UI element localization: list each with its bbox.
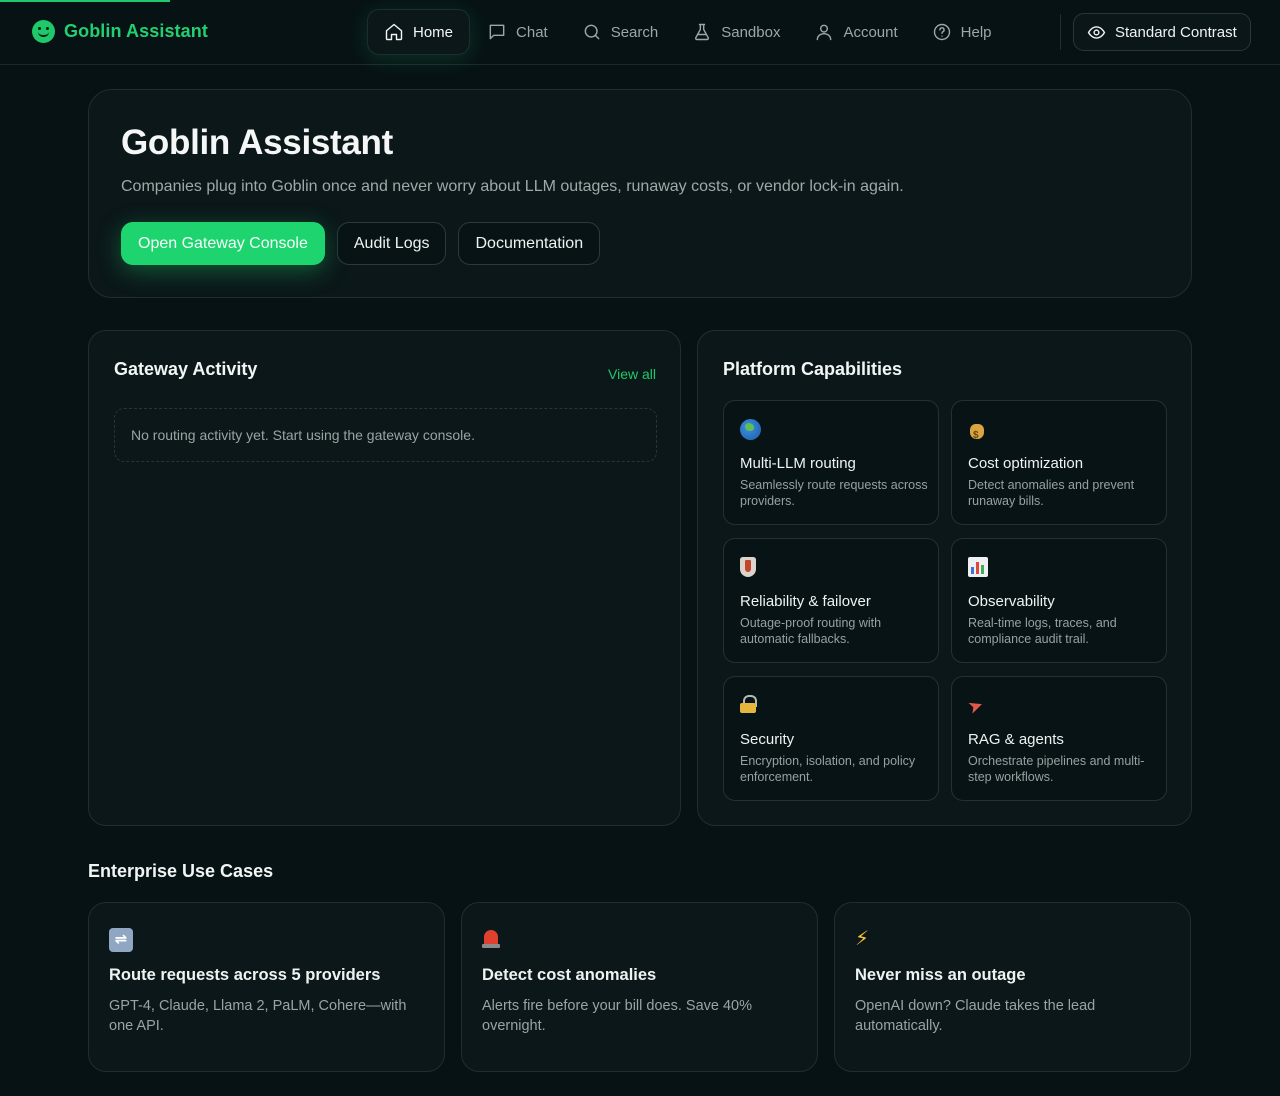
contrast-label: Standard Contrast: [1115, 23, 1237, 41]
rocket-icon: ➤: [965, 694, 987, 718]
user-icon: [817, 24, 832, 41]
capability-card: ➤ RAG & agents Orchestrate pipelines and…: [951, 676, 1167, 801]
use-case-desc: GPT-4, Claude, Llama 2, PaLM, Cohere—wit…: [109, 998, 407, 1034]
capability-title: Cost optimization: [968, 455, 1084, 472]
use-case-desc: Alerts fire before your bill does. Save …: [482, 998, 752, 1034]
lightning-icon: ⚡: [855, 928, 870, 950]
nav-home[interactable]: Home: [367, 9, 471, 55]
nav-account[interactable]: Account: [797, 9, 914, 55]
home-icon: [385, 23, 403, 41]
use-case-title: Route requests across 5 providers: [109, 966, 381, 984]
capability-desc: Orchestrate pipelines and multi-step wor…: [968, 754, 1145, 784]
documentation-button[interactable]: Documentation: [458, 222, 601, 265]
use-cases-list: ⇌ Route requests across 5 providers GPT-…: [88, 902, 1191, 1072]
siren-icon: [482, 927, 506, 951]
capability-title: Multi-LLM routing: [740, 455, 856, 472]
capability-card: Cost optimization Detect anomalies and p…: [951, 400, 1167, 525]
shuffle-icon: ⇌: [109, 927, 133, 952]
capability-desc: Detect anomalies and prevent runaway bil…: [968, 478, 1135, 508]
nav-chat-label: Chat: [516, 23, 548, 41]
use-case-desc: OpenAI down? Claude takes the lead autom…: [855, 998, 1096, 1034]
globe-icon: [740, 419, 762, 441]
capability-desc: Seamlessly route requests across provide…: [740, 478, 928, 508]
capability-card: Multi-LLM routing Seamlessly route reque…: [723, 400, 939, 525]
platform-capabilities-panel: Platform Capabilities Multi-LLM routing …: [697, 330, 1192, 826]
capability-title: Security: [740, 731, 795, 748]
nav-help-label: Help: [960, 23, 992, 41]
brand[interactable]: Goblin Assistant: [32, 20, 208, 43]
page-title: Goblin Assistant: [121, 123, 393, 162]
gateway-activity-panel: Gateway Activity View all No routing act…: [88, 330, 681, 826]
brand-name: Goblin Assistant: [64, 21, 208, 41]
main-nav: Home Chat Search Sandbox Account Help: [367, 9, 1009, 55]
contrast-toggle-button[interactable]: Standard Contrast: [1073, 13, 1251, 51]
capability-desc: Real-time logs, traces, and compliance a…: [968, 616, 1117, 646]
nav-account-label: Account: [843, 23, 898, 41]
hero-card: Goblin Assistant Companies plug into Gob…: [88, 89, 1192, 298]
flask-icon: [695, 23, 710, 41]
use-cases-title: Enterprise Use Cases: [88, 861, 274, 881]
top-navigation: Goblin Assistant Home Chat Search Sandbo…: [0, 0, 1280, 65]
use-case-card: ⚡ Never miss an outage OpenAI down? Clau…: [834, 902, 1191, 1072]
chat-icon: [489, 24, 505, 40]
capabilities-title: Platform Capabilities: [723, 359, 903, 379]
shield-icon: [740, 557, 762, 579]
nav-chat[interactable]: Chat: [470, 9, 565, 55]
capability-card: Reliability & failover Outage-proof rout…: [723, 538, 939, 663]
nav-sandbox-label: Sandbox: [721, 23, 781, 41]
nav-divider: [1060, 14, 1061, 50]
eye-icon: [1087, 25, 1106, 39]
money-bag-icon: [968, 419, 990, 447]
nav-search[interactable]: Search: [565, 9, 676, 55]
use-case-title: Never miss an outage: [855, 966, 1026, 984]
search-icon: [584, 24, 600, 40]
open-gateway-console-button[interactable]: Open Gateway Console: [121, 222, 325, 265]
gateway-activity-title: Gateway Activity: [114, 359, 258, 379]
nav-sandbox[interactable]: Sandbox: [675, 9, 797, 55]
capabilities-grid: Multi-LLM routing Seamlessly route reque…: [723, 400, 1167, 801]
capability-title: Reliability & failover: [740, 593, 871, 610]
capability-card: Security Encryption, isolation, and poli…: [723, 676, 939, 801]
lock-icon: [740, 695, 762, 717]
use-case-title: Detect cost anomalies: [482, 966, 657, 984]
nav-help[interactable]: Help: [915, 9, 1009, 55]
nav-search-label: Search: [610, 23, 659, 41]
activity-empty-state: No routing activity yet. Start using the…: [114, 408, 657, 462]
use-case-card: Detect cost anomalies Alerts fire before…: [461, 902, 818, 1072]
capability-title: Observability: [968, 593, 1055, 610]
use-case-card: ⇌ Route requests across 5 providers GPT-…: [88, 902, 445, 1072]
capability-desc: Encryption, isolation, and policy enforc…: [740, 754, 916, 784]
hero-subtitle: Companies plug into Goblin once and neve…: [121, 178, 904, 195]
help-icon: [933, 23, 950, 41]
capability-card: Observability Real-time logs, traces, an…: [951, 538, 1167, 663]
capability-title: RAG & agents: [968, 731, 1064, 748]
capability-desc: Outage-proof routing with automatic fall…: [740, 616, 882, 646]
audit-logs-button[interactable]: Audit Logs: [336, 222, 447, 265]
bar-chart-icon: [968, 557, 990, 579]
goblin-logo-icon: [32, 20, 55, 43]
hero-actions: Open Gateway Console Audit Logs Document…: [121, 222, 601, 265]
nav-home-label: Home: [413, 23, 454, 41]
view-all-link[interactable]: View all: [608, 366, 656, 382]
